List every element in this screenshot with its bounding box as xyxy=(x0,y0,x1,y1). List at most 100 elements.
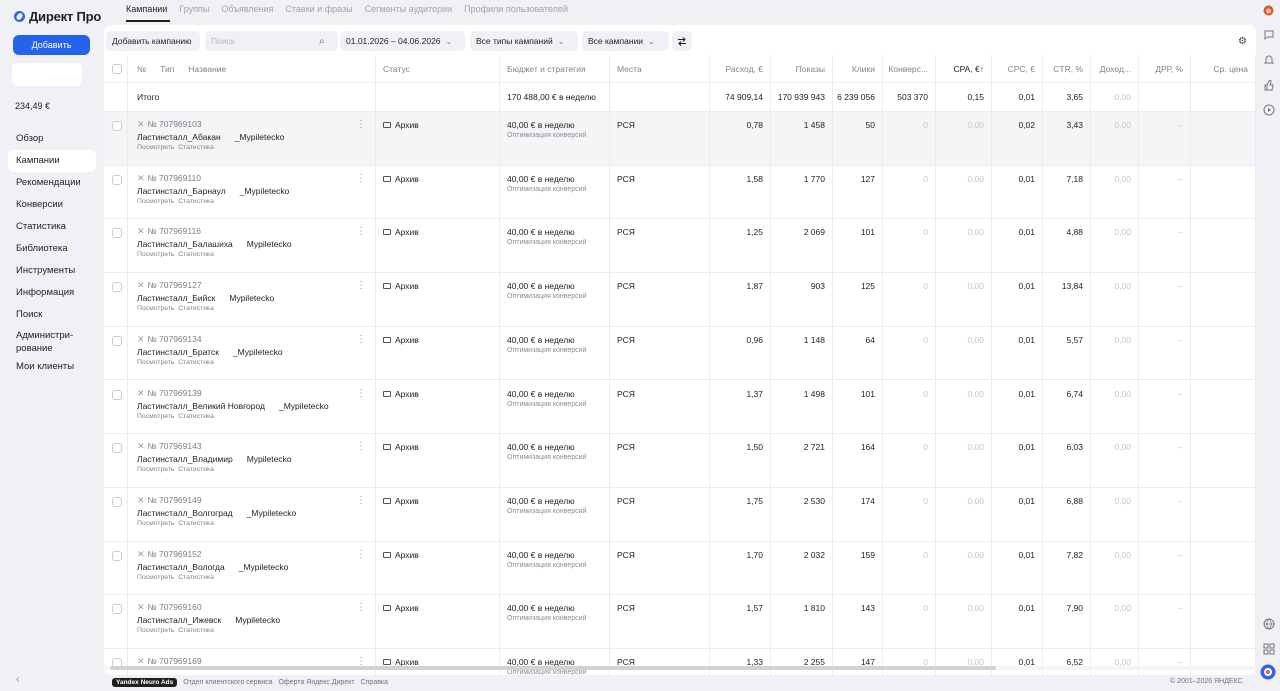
campaign-name[interactable]: Ластинсталл_Владимир Mypiletecko xyxy=(137,454,375,464)
row-checkbox[interactable] xyxy=(112,604,122,615)
neuro-ads-badge[interactable]: Yandex Neuro Ads xyxy=(112,678,178,687)
column-label[interactable]: Ср. цена xyxy=(1213,64,1248,74)
more-options-icon[interactable]: ⋮ xyxy=(356,280,366,291)
gear-icon[interactable]: ⚙ xyxy=(1238,36,1247,47)
more-options-icon[interactable]: ⋮ xyxy=(356,441,366,452)
tab[interactable]: Профили пользователей xyxy=(464,4,568,14)
campaign-links[interactable]: Посмотреть Статистика xyxy=(137,520,375,527)
campaign-links[interactable]: Посмотреть Статистика xyxy=(137,359,375,366)
campaign-row[interactable]: ✕ № 707969110 Ластинсталл_Барнаул _Mypilete… xyxy=(104,165,1256,220)
column-label[interactable]: Места xyxy=(617,64,642,74)
campaign-row[interactable]: ✕№ 707969169Посмотреть Статистика⋮Архив4… xyxy=(104,649,1256,675)
tab[interactable]: Объявления xyxy=(221,4,273,14)
account-box[interactable] xyxy=(12,63,82,86)
globe-icon[interactable] xyxy=(1262,617,1275,630)
campaign-id[interactable]: № 707969139 xyxy=(148,388,202,398)
campaign-name[interactable]: Ластинсталл_Бийск Mypiletecko xyxy=(137,293,375,303)
column-label[interactable]: CPC, € xyxy=(1008,64,1035,74)
column-label[interactable]: Статус xyxy=(383,64,410,74)
column-label[interactable]: Конверс... xyxy=(888,64,928,74)
campaign-type-select[interactable]: Все типы кампаний ⌄ xyxy=(470,31,578,51)
campaign-name[interactable]: Ластинсталл_Вологда _Mypiletecko xyxy=(137,562,375,572)
column-label[interactable]: Доход... xyxy=(1100,64,1131,74)
search-icon[interactable]: ⌕ xyxy=(319,36,325,47)
campaign-id[interactable]: № 707969110 xyxy=(148,173,201,183)
campaign-name[interactable]: Ластинсталл_Ижевск Mypiletecko xyxy=(137,615,375,625)
column-settings-button[interactable] xyxy=(672,31,692,51)
column-label[interactable]: Клики xyxy=(852,64,875,74)
campaign-id[interactable]: № 707969143 xyxy=(148,441,202,451)
logo[interactable]: Директ Про xyxy=(14,8,101,24)
search-input[interactable] xyxy=(211,36,319,46)
row-checkbox[interactable] xyxy=(112,282,122,293)
nav-item[interactable]: Обзор xyxy=(8,128,96,150)
nav-item[interactable]: Инструменты xyxy=(8,260,96,282)
user-avatar-icon[interactable] xyxy=(1262,4,1275,17)
more-options-icon[interactable]: ⋮ xyxy=(356,602,366,613)
column-label[interactable]: Показы xyxy=(796,64,825,74)
campaign-name[interactable]: Ластинсталл_Волгоград _Mypiletecko xyxy=(137,508,375,518)
horizontal-scrollbar[interactable] xyxy=(104,666,1256,670)
column-label[interactable]: Расход, € xyxy=(726,64,763,74)
tab[interactable]: Ставки и фразы xyxy=(285,4,352,14)
campaign-id[interactable]: № 707969149 xyxy=(148,495,202,505)
campaign-row[interactable]: ✕ № 707969143 Ластинсталл_Владимир Mypilete… xyxy=(104,434,1256,488)
row-checkbox[interactable] xyxy=(112,443,122,454)
date-range-select[interactable]: 01.01.2026 – 04.06.2026 ⌄ xyxy=(340,31,465,51)
tab[interactable]: Сегменты аудитории xyxy=(365,4,453,14)
nav-item[interactable]: Поиск xyxy=(8,304,96,326)
column-label[interactable]: CPA, €↑ xyxy=(953,64,984,74)
chat-icon[interactable] xyxy=(1262,28,1275,41)
more-options-icon[interactable]: ⋮ xyxy=(356,173,366,184)
campaign-row[interactable]: ✕ № 707969134 Ластинсталл_Братск _Mypiletec… xyxy=(104,326,1256,381)
row-checkbox[interactable] xyxy=(112,174,122,185)
campaign-links[interactable]: Посмотреть Статистика xyxy=(137,198,375,205)
campaign-links[interactable]: Посмотреть Статистика xyxy=(137,413,375,420)
row-checkbox[interactable] xyxy=(112,121,122,131)
campaign-links[interactable]: Посмотреть Статистика xyxy=(137,144,375,151)
footer-link[interactable]: Отдел клиентского сервиса xyxy=(183,679,272,686)
add-campaign-button[interactable]: Добавить кампанию xyxy=(106,31,200,51)
more-options-icon[interactable]: ⋮ xyxy=(356,388,366,399)
campaign-row[interactable]: ✕ № 707969116 Ластинсталл_Балашиха Mypilete… xyxy=(104,219,1256,274)
campaign-name[interactable]: Ластинсталл_Братск _Mypiletecko xyxy=(137,347,375,357)
collapse-sidebar-icon[interactable]: ‹ xyxy=(16,674,19,685)
select-all-checkbox[interactable] xyxy=(112,64,122,74)
nav-item[interactable]: Администри- рование xyxy=(8,326,96,356)
campaign-status-select[interactable]: Все кампании ⌄ xyxy=(582,31,669,51)
campaign-links[interactable]: Посмотреть Статистика xyxy=(137,466,375,473)
campaign-id[interactable]: № 707969169 xyxy=(148,656,202,666)
row-checkbox[interactable] xyxy=(112,389,122,400)
tab[interactable]: Группы xyxy=(179,4,209,14)
campaign-row[interactable]: ✕ № 707969149 Ластинсталл_Волгоград _Mypile… xyxy=(104,487,1256,542)
row-checkbox[interactable] xyxy=(112,550,122,561)
play-icon[interactable] xyxy=(1262,103,1275,116)
campaign-id[interactable]: № 707969160 xyxy=(148,602,202,612)
more-options-icon[interactable]: ⋮ xyxy=(356,495,366,506)
assistant-icon[interactable] xyxy=(1260,664,1276,680)
campaign-id[interactable]: № 707969127 xyxy=(148,280,202,290)
nav-item[interactable]: Мои клиенты xyxy=(8,356,96,378)
campaign-row[interactable]: ✕ № 707969103 Ластинсталл_Абакан _Mypiletec… xyxy=(104,112,1256,166)
campaign-name[interactable]: Ластинсталл_Барнаул _Mypiletecko xyxy=(137,186,375,196)
campaign-id[interactable]: № 707969103 xyxy=(148,119,202,129)
thumbs-up-icon[interactable] xyxy=(1262,78,1275,91)
scrollbar-thumb[interactable] xyxy=(110,666,996,670)
nav-item[interactable]: Библиотека xyxy=(8,238,96,260)
add-button[interactable]: Добавить xyxy=(13,35,90,55)
column-label[interactable]: CTR, % xyxy=(1053,64,1083,74)
campaign-name[interactable]: Ластинсталл_Абакан _Mypiletecko xyxy=(137,132,375,142)
column-label[interactable]: ДРР, % xyxy=(1155,64,1183,74)
row-checkbox[interactable] xyxy=(112,496,122,507)
campaign-name[interactable]: Ластинсталл_Балашиха Mypiletecko xyxy=(137,239,375,249)
campaign-row[interactable]: ✕ № 707969160 Ластинсталл_Ижевск Mypileteck… xyxy=(104,595,1256,649)
nav-item[interactable]: Рекомендации xyxy=(8,172,96,194)
nav-item[interactable]: Статистика xyxy=(8,216,96,238)
campaign-links[interactable]: Посмотреть Статистика xyxy=(137,251,375,258)
footer-link[interactable]: Справка xyxy=(361,679,388,686)
bell-icon[interactable] xyxy=(1262,53,1275,66)
campaign-links[interactable]: Посмотреть Статистика xyxy=(137,574,375,581)
column-label[interactable]: Бюджет и стратегия xyxy=(507,64,586,74)
more-options-icon[interactable]: ⋮ xyxy=(356,334,366,345)
campaign-row[interactable]: ✕ № 707969139 Ластинсталл_Великий Новгород… xyxy=(104,380,1256,435)
